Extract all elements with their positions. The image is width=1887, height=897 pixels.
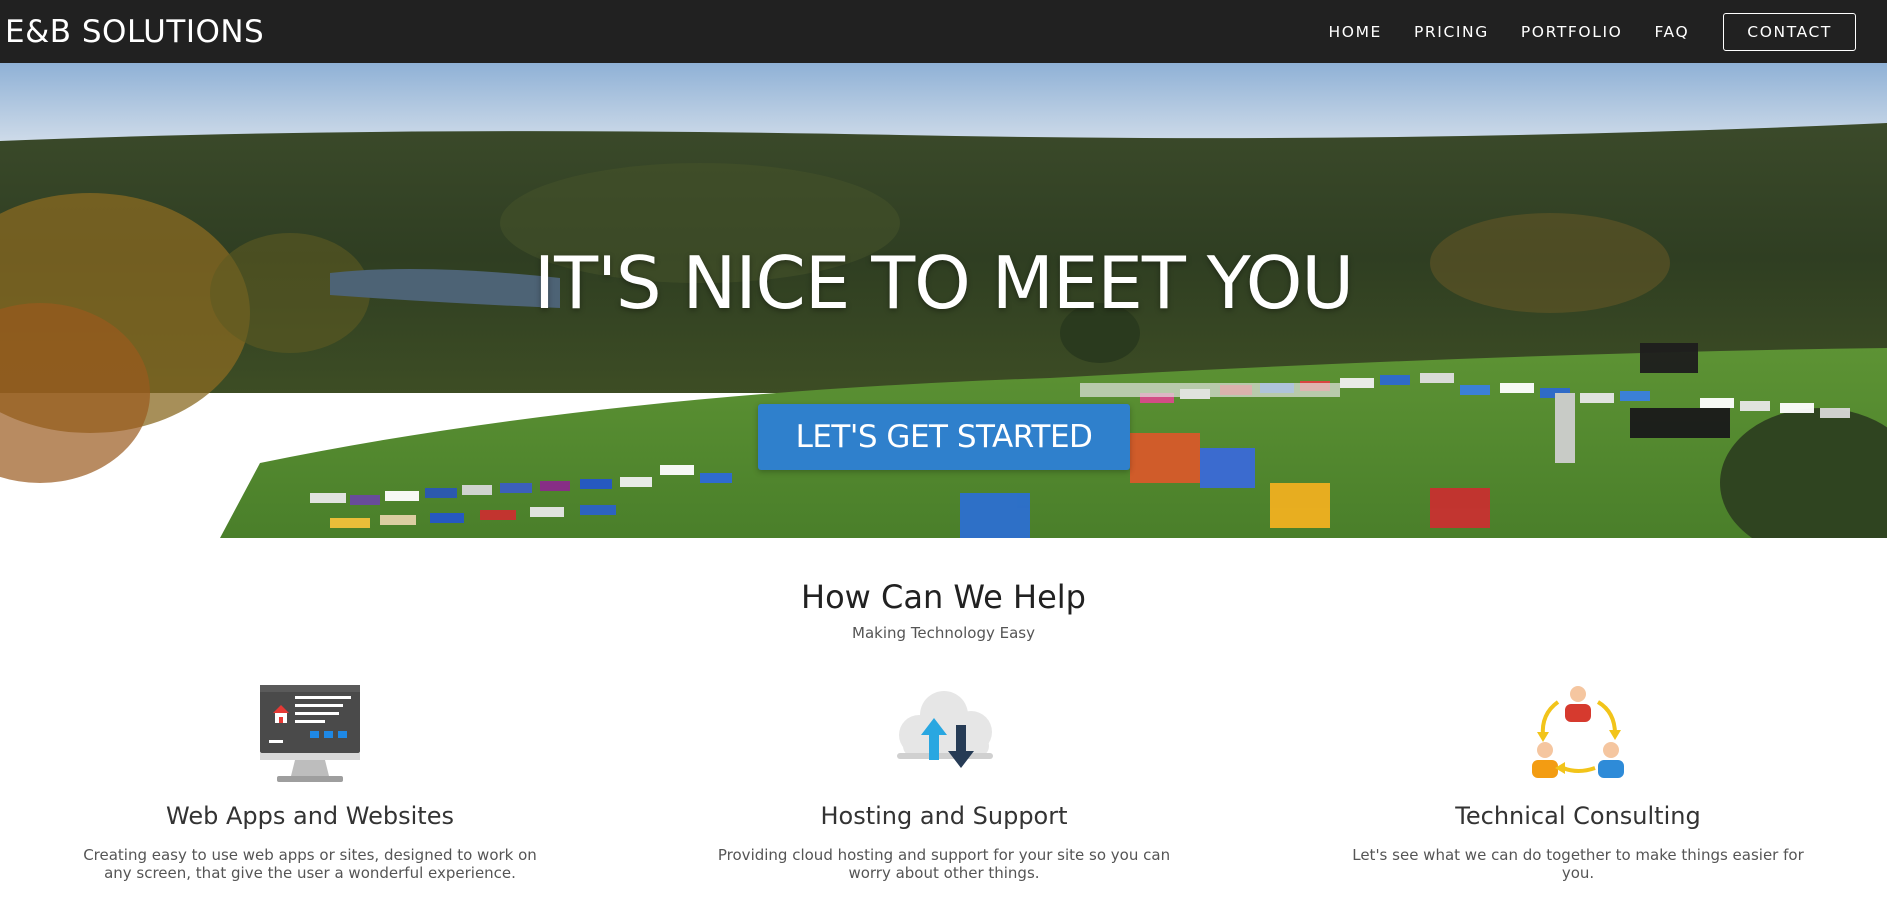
- service-title: Hosting and Support: [820, 802, 1068, 830]
- nav-faq-link[interactable]: FAQ: [1654, 23, 1689, 41]
- nav-contact-button[interactable]: CONTACT: [1723, 12, 1856, 51]
- nav-links: HOME PRICING PORTFOLIO FAQ CONTACT: [1297, 12, 1856, 51]
- nav-portfolio-link[interactable]: PORTFOLIO: [1521, 23, 1623, 41]
- team-cycle-icon: [1532, 686, 1624, 778]
- get-started-button[interactable]: LET'S GET STARTED: [758, 404, 1130, 470]
- monitor-icon: [260, 685, 360, 782]
- nav-home-link[interactable]: HOME: [1329, 23, 1382, 41]
- service-description: Providing cloud hosting and support for …: [717, 846, 1171, 882]
- service-card-web-apps: Web Apps and Websites Creating easy to u…: [0, 680, 620, 882]
- nav-pricing-link[interactable]: PRICING: [1414, 23, 1489, 41]
- brand-logo-link[interactable]: E&B SOLUTIONS: [5, 14, 264, 50]
- hero-banner: IT'S NICE TO MEET YOU LET'S GET STARTED: [0, 63, 1887, 538]
- service-title: Technical Consulting: [1455, 802, 1701, 830]
- service-description: Creating easy to use web apps or sites, …: [83, 846, 537, 882]
- section-title: How Can We Help: [801, 578, 1086, 616]
- top-navbar: E&B SOLUTIONS HOME PRICING PORTFOLIO FAQ…: [0, 0, 1887, 63]
- service-description: Let's see what we can do together to mak…: [1352, 846, 1804, 882]
- cloud-upload-download-icon: [897, 691, 993, 768]
- service-card-consulting: Technical Consulting Let's see what we c…: [1268, 680, 1887, 882]
- service-card-hosting: Hosting and Support Providing cloud host…: [634, 680, 1254, 882]
- section-subtitle: Making Technology Easy: [852, 624, 1035, 642]
- hero-title: IT'S NICE TO MEET YOU: [533, 241, 1354, 325]
- service-title: Web Apps and Websites: [166, 802, 454, 830]
